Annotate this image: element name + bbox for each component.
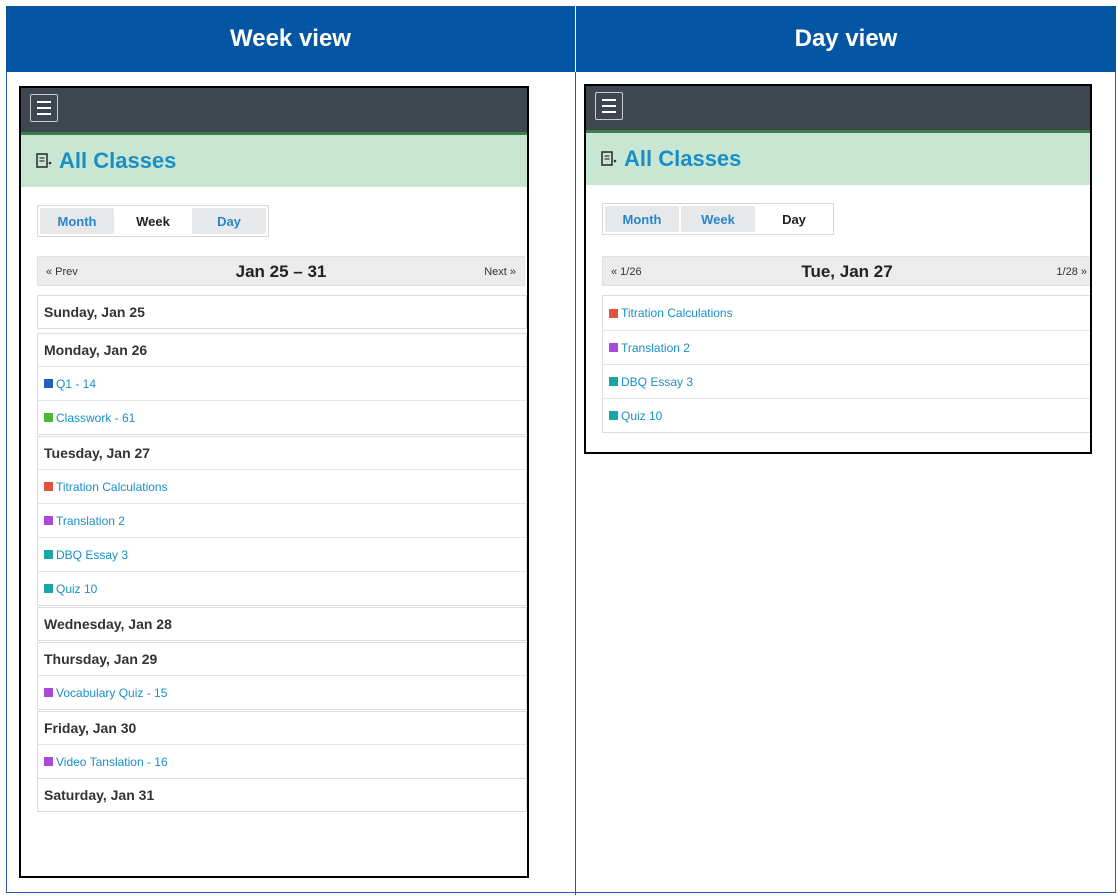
event-item[interactable]: Titration Calculations — [603, 296, 1090, 330]
event-label: Translation 2 — [621, 340, 690, 355]
day-navigation: « 1/26 Tue, Jan 27 1/28 » — [602, 256, 1090, 286]
event-item[interactable]: Quiz 10 — [603, 398, 1090, 432]
day-block-thursday: Thursday, Jan 29 Vocabulary Quiz - 15 — [37, 642, 527, 710]
event-label: Titration Calculations — [621, 306, 733, 320]
day-event-list: Titration Calculations Translation 2 DBQ… — [602, 295, 1090, 433]
day-block-saturday: Saturday, Jan 31 — [37, 778, 527, 812]
day-heading: Wednesday, Jan 28 — [44, 616, 172, 632]
tab-month[interactable]: Month — [605, 206, 679, 232]
category-color-swatch — [609, 343, 618, 352]
event-item[interactable]: Vocabulary Quiz - 15 — [38, 675, 526, 709]
category-color-swatch — [44, 757, 53, 766]
week-view-screen: All Classes Month Week Day « Prev Jan 25… — [19, 86, 529, 878]
book-icon — [36, 153, 52, 168]
page-title: All Classes — [624, 146, 742, 171]
tab-day[interactable]: Day — [757, 206, 831, 232]
top-bar — [586, 86, 1090, 133]
day-block-friday: Friday, Jan 30 Video Tanslation - 16 — [37, 711, 527, 779]
event-label: Quiz 10 — [621, 408, 663, 423]
page-title: All Classes — [59, 148, 177, 173]
event-item[interactable]: Titration Calculations — [38, 469, 526, 503]
week-navigation: « Prev Jan 25 – 31 Next » — [37, 256, 525, 286]
hamburger-menu-icon[interactable] — [595, 92, 623, 120]
top-bar — [21, 88, 527, 135]
view-switcher: Month Week Day — [37, 205, 269, 237]
event-item[interactable]: DBQ Essay 3 — [38, 537, 526, 571]
event-label: Quiz 10 — [56, 581, 98, 596]
event-label: DBQ Essay 3 — [56, 547, 129, 562]
current-date: Tue, Jan 27 — [801, 262, 893, 281]
next-day-link[interactable]: 1/28 » — [1056, 266, 1087, 278]
event-label: Translation 2 — [56, 513, 125, 528]
category-color-swatch — [609, 411, 618, 420]
event-item[interactable]: Quiz 10 — [38, 571, 526, 605]
day-heading: Thursday, Jan 29 — [44, 651, 158, 667]
classes-header: All Classes — [21, 135, 527, 187]
day-view-heading: Day view — [576, 6, 1116, 72]
event-item[interactable]: Translation 2 — [38, 503, 526, 537]
category-color-swatch — [44, 550, 53, 559]
day-block-wednesday: Wednesday, Jan 28 — [37, 607, 527, 641]
event-item[interactable]: Translation 2 — [603, 330, 1090, 364]
event-label: DBQ Essay 3 — [621, 374, 694, 389]
category-color-swatch — [44, 379, 53, 388]
category-color-swatch — [44, 584, 53, 593]
tab-day[interactable]: Day — [192, 208, 266, 234]
event-item[interactable]: Classwork - 61 — [38, 400, 526, 434]
hamburger-menu-icon[interactable] — [30, 94, 58, 122]
event-label: Vocabulary Quiz - 15 — [56, 685, 168, 700]
view-switcher: Month Week Day — [602, 203, 834, 235]
category-color-swatch — [44, 482, 53, 491]
event-item[interactable]: DBQ Essay 3 — [603, 364, 1090, 398]
column-divider — [575, 72, 576, 895]
book-icon — [601, 151, 617, 166]
day-block-sunday: Sunday, Jan 25 — [37, 295, 527, 329]
day-heading: Sunday, Jan 25 — [44, 304, 145, 320]
classes-header: All Classes — [586, 133, 1090, 185]
category-color-swatch — [609, 377, 618, 386]
event-label: Classwork - 61 — [56, 410, 136, 425]
tab-week[interactable]: Week — [681, 206, 755, 232]
week-range: Jan 25 – 31 — [235, 262, 327, 281]
next-week-link[interactable]: Next » — [484, 266, 516, 278]
event-item[interactable]: Video Tanslation - 16 — [38, 744, 526, 778]
event-item[interactable]: Q1 - 14 — [38, 366, 526, 400]
day-heading: Friday, Jan 30 — [44, 720, 137, 736]
day-block-monday: Monday, Jan 26 Q1 - 14 Classwork - 61 — [37, 333, 527, 435]
day-heading: Saturday, Jan 31 — [44, 787, 155, 803]
tab-month[interactable]: Month — [40, 208, 114, 234]
day-block-tuesday: Tuesday, Jan 27 Titration Calculations T… — [37, 436, 527, 606]
tab-week[interactable]: Week — [116, 208, 190, 234]
day-heading: Monday, Jan 26 — [44, 342, 148, 358]
event-label: Q1 - 14 — [56, 376, 97, 391]
category-color-swatch — [609, 308, 618, 318]
day-heading: Tuesday, Jan 27 — [44, 445, 151, 461]
event-label: Video Tanslation - 16 — [56, 754, 168, 769]
event-label: Titration Calculations — [56, 479, 168, 494]
week-view-heading: Week view — [6, 6, 576, 72]
category-color-swatch — [44, 516, 53, 525]
day-view-screen: All Classes Month Week Day « 1/26 Tue, J… — [584, 84, 1092, 454]
category-color-swatch — [44, 688, 53, 697]
category-color-swatch — [44, 413, 53, 422]
